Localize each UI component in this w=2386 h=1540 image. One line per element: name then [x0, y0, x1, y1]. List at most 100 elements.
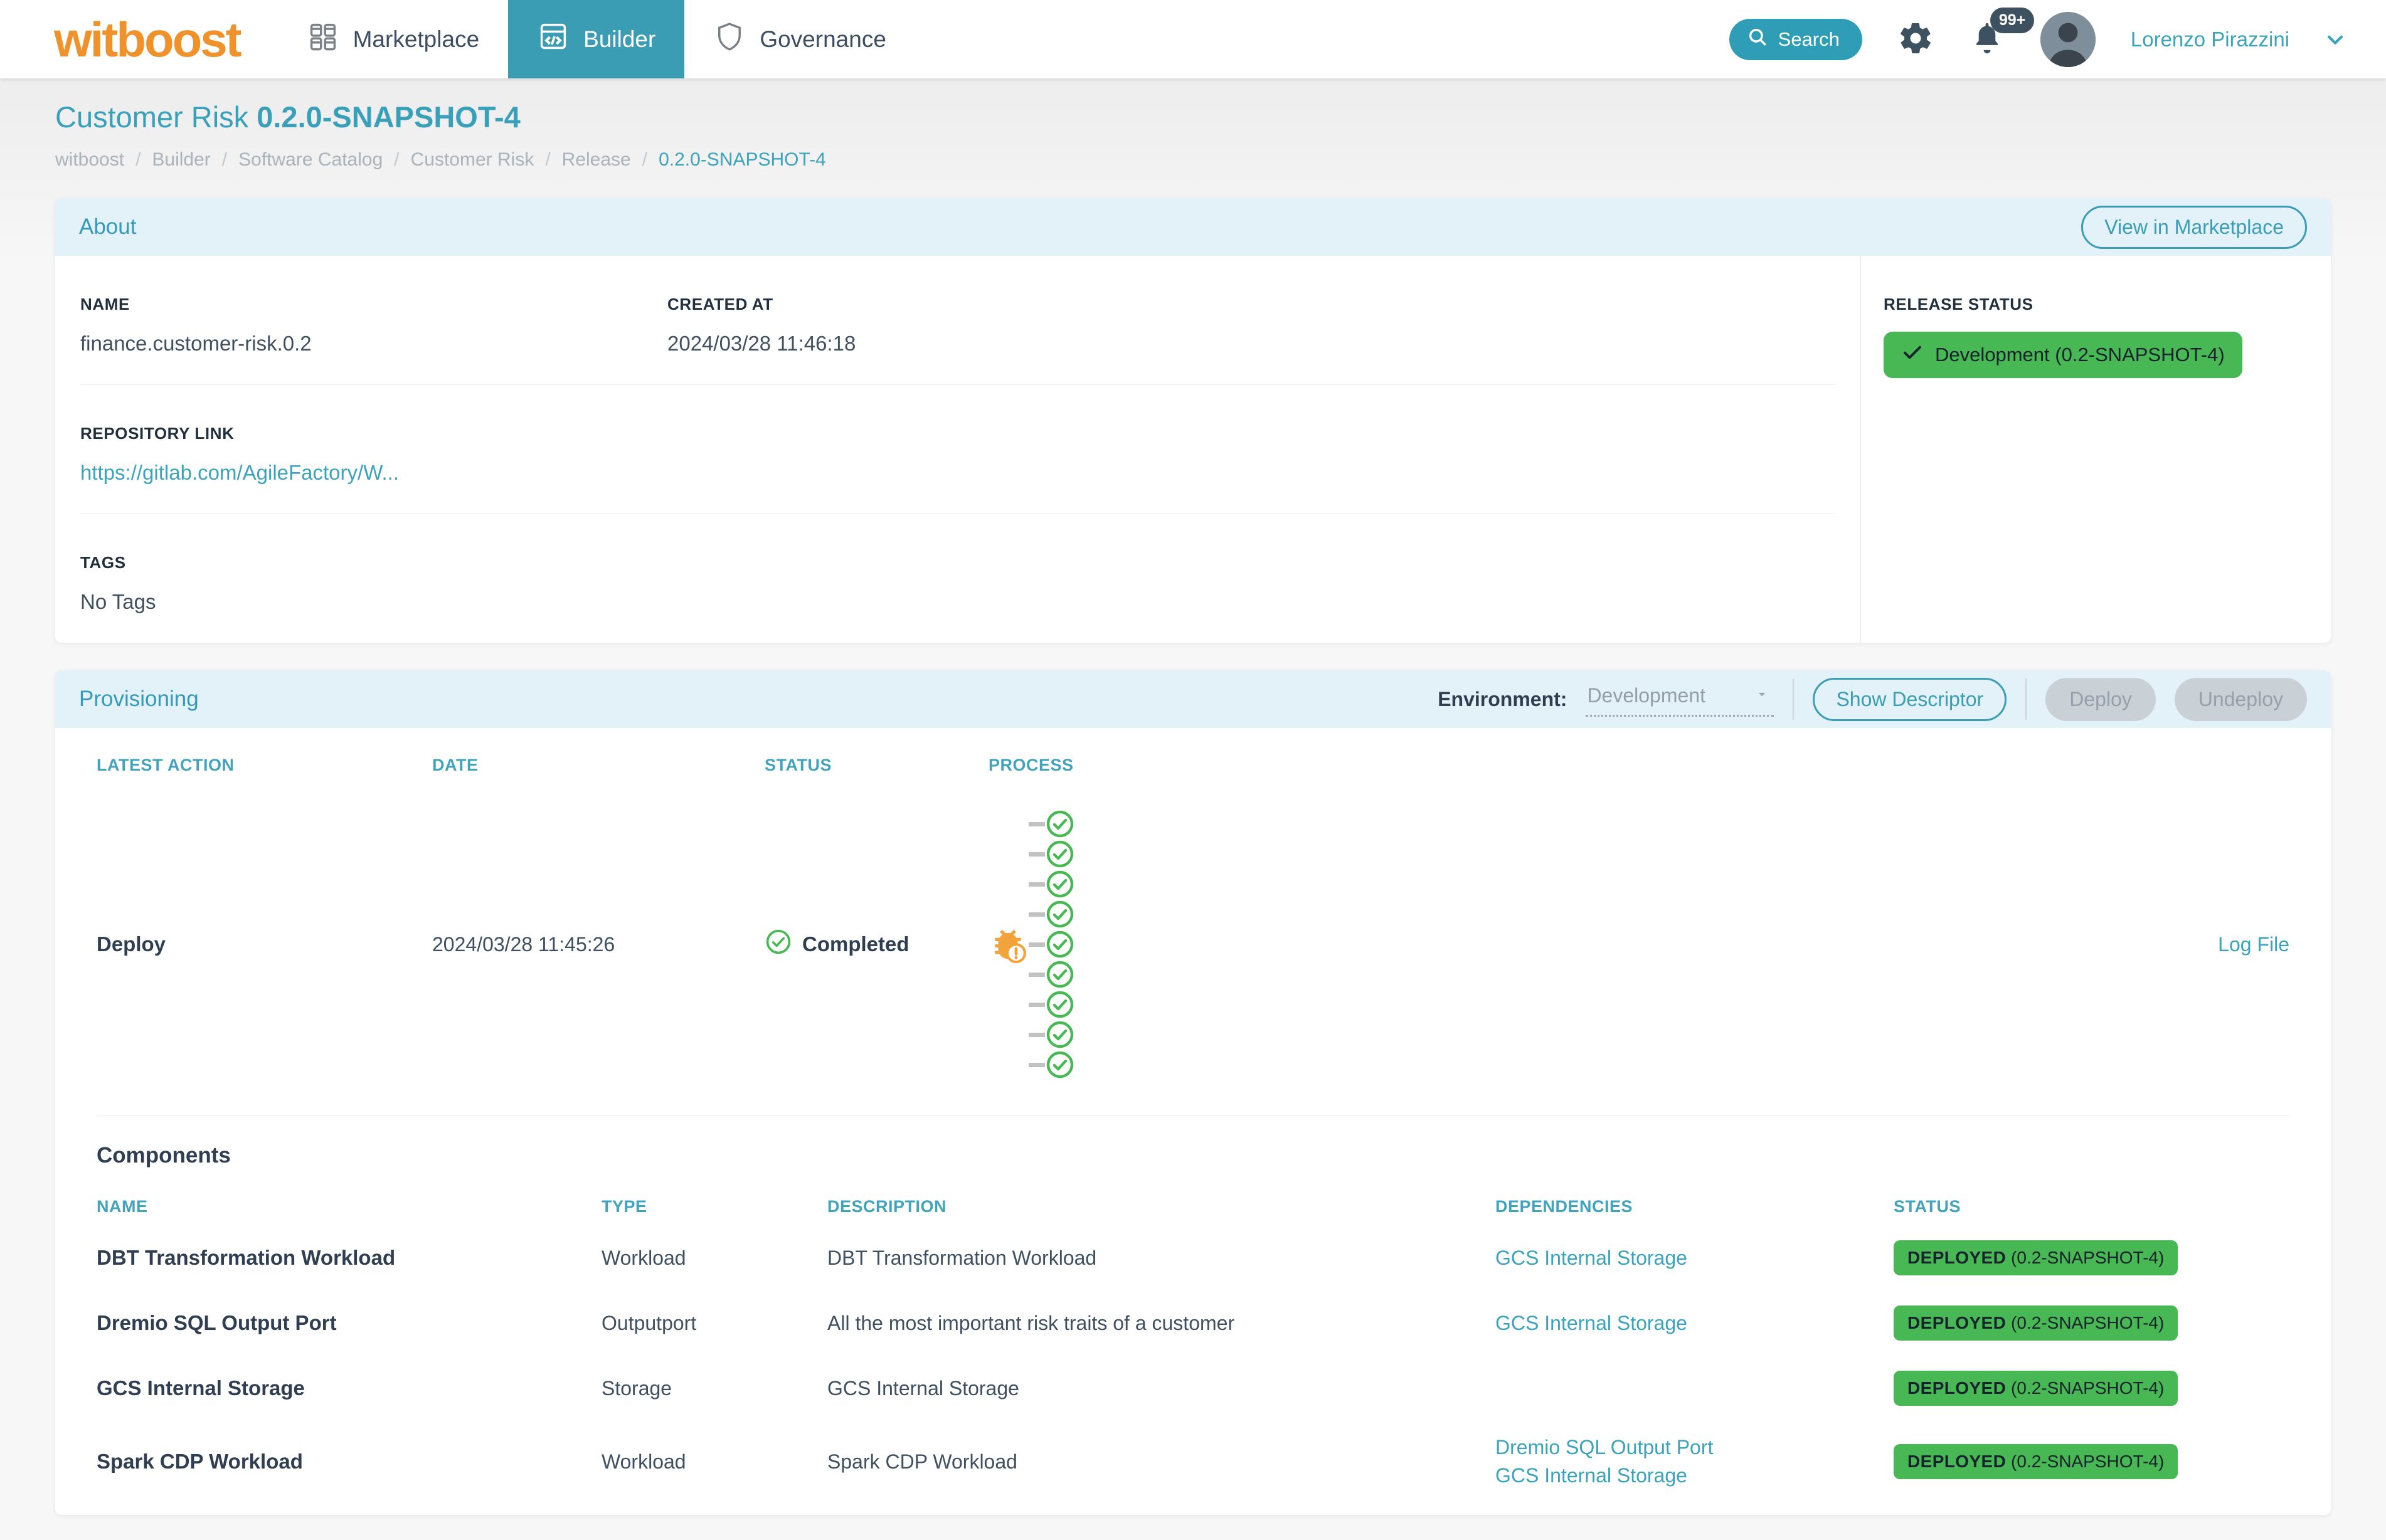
step-connector [1029, 942, 1045, 947]
dependency-link[interactable]: GCS Internal Storage [1495, 1247, 1894, 1270]
name-label: NAME [80, 295, 667, 314]
process-step-completed[interactable] [1029, 929, 1075, 959]
main-nav: Marketplace Builder Governance [278, 0, 915, 78]
component-status: DEPLOYED (0.2-SNAPSHOT-4) [1894, 1356, 2289, 1421]
about-card: About View in Marketplace NAME finance.c… [55, 198, 2331, 643]
shield-icon [713, 20, 746, 58]
nav-marketplace[interactable]: Marketplace [278, 0, 509, 78]
deployed-badge-version: (0.2-SNAPSHOT-4) [2011, 1452, 2164, 1471]
search-icon [1747, 26, 1768, 53]
check-circle-icon [765, 928, 792, 961]
check-circle-icon [1045, 959, 1075, 989]
component-dependencies: GCS Internal Storage [1495, 1297, 1894, 1350]
process-step-completed[interactable] [1029, 989, 1075, 1020]
nav-governance-label: Governance [760, 26, 886, 53]
component-description: GCS Internal Storage [827, 1362, 1495, 1415]
breadcrumb-software-catalog[interactable]: Software Catalog [238, 149, 383, 171]
repository-link[interactable]: https://gitlab.com/AgileFactory/W... [80, 461, 399, 484]
breadcrumb-builder[interactable]: Builder [152, 149, 210, 171]
col-name: NAME [97, 1172, 602, 1225]
col-status: STATUS [765, 728, 989, 781]
page-title: Customer Risk 0.2.0-SNAPSHOT-4 [55, 78, 2331, 134]
process-chain [989, 781, 2183, 1115]
component-name: Dremio SQL Output Port [97, 1296, 602, 1350]
process-step-completed[interactable] [1029, 839, 1075, 869]
release-status-panel: RELEASE STATUS Development (0.2-SNAPSHOT… [1860, 256, 2331, 643]
deployed-badge: DEPLOYED (0.2-SNAPSHOT-4) [1894, 1371, 2178, 1406]
settings-button[interactable] [1897, 20, 1934, 58]
show-descriptor-button[interactable]: Show Descriptor [1813, 678, 2007, 721]
page-title-version: 0.2.0-SNAPSHOT-4 [257, 100, 521, 134]
col-dependencies: DEPENDENCIES [1495, 1172, 1894, 1225]
dependency-link[interactable]: Dremio SQL Output Port [1495, 1436, 1894, 1459]
action-status-label: Completed [802, 932, 909, 956]
deployed-badge: DEPLOYED (0.2-SNAPSHOT-4) [1894, 1240, 2178, 1275]
chevron-down-icon[interactable] [2325, 29, 2346, 50]
process-step-completed[interactable] [1029, 1020, 1075, 1050]
repository-link-label: REPOSITORY LINK [80, 424, 1835, 443]
environment-select[interactable]: Development [1586, 682, 1774, 717]
search-button[interactable]: Search [1729, 19, 1862, 60]
breadcrumb-current: 0.2.0-SNAPSHOT-4 [659, 149, 826, 171]
process-steps [1029, 809, 1075, 1080]
process-step-completed[interactable] [1029, 809, 1075, 839]
tags-label: TAGS [80, 553, 1835, 572]
deployed-badge: DEPLOYED (0.2-SNAPSHOT-4) [1894, 1444, 2178, 1479]
col-logfile-spacer [2183, 738, 2289, 772]
process-step-completed[interactable] [1029, 899, 1075, 929]
latest-action-table: LATEST ACTION DATE STATUS PROCESS Deploy… [97, 728, 2289, 1115]
environment-label: Environment: [1438, 688, 1567, 711]
col-description: DESCRIPTION [827, 1172, 1495, 1225]
nav-builder[interactable]: Builder [508, 0, 684, 78]
component-name: GCS Internal Storage [97, 1361, 602, 1415]
component-name: DBT Transformation Workload [97, 1231, 602, 1285]
divider [2025, 678, 2027, 720]
created-at-value: 2024/03/28 11:46:18 [667, 332, 1835, 356]
breadcrumb-witboost[interactable]: witboost [55, 149, 124, 171]
provisioning-card-header: Provisioning Environment: Development Sh… [55, 670, 2331, 728]
bug-warning-icon[interactable] [989, 925, 1027, 964]
view-in-marketplace-button[interactable]: View in Marketplace [2081, 206, 2307, 249]
nav-governance[interactable]: Governance [684, 0, 915, 78]
deploy-button[interactable]: Deploy [2045, 678, 2156, 721]
user-name[interactable]: Lorenzo Pirazzini [2131, 28, 2289, 51]
breadcrumb: witboost / Builder / Software Catalog / … [55, 149, 2331, 171]
provisioning-card: Provisioning Environment: Development Sh… [55, 670, 2331, 1515]
deployed-badge-label: DEPLOYED [1907, 1378, 2006, 1398]
log-file-link[interactable]: Log File [2183, 905, 2289, 991]
latest-action-value: Deploy [97, 905, 432, 991]
about-card-header: About View in Marketplace [55, 198, 2331, 256]
col-type: TYPE [602, 1172, 827, 1225]
process-step-completed[interactable] [1029, 959, 1075, 989]
check-circle-icon [1045, 929, 1075, 959]
tags-value: No Tags [80, 590, 1835, 614]
process-step-completed[interactable] [1029, 1050, 1075, 1080]
breadcrumb-separator: / [222, 149, 227, 171]
deployed-badge-label: DEPLOYED [1907, 1248, 2006, 1267]
grid-icon [307, 20, 339, 58]
component-dependencies [1495, 1373, 1894, 1403]
notification-count-badge: 99+ [1990, 8, 2034, 33]
about-fields: NAME finance.customer-risk.0.2 CREATED A… [55, 256, 1860, 643]
components-title: Components [97, 1115, 2289, 1172]
breadcrumb-customer-risk[interactable]: Customer Risk [411, 149, 534, 171]
avatar[interactable] [2040, 12, 2096, 67]
process-step-completed[interactable] [1029, 869, 1075, 899]
step-connector [1029, 973, 1045, 977]
nav-marketplace-label: Marketplace [353, 26, 480, 53]
witboost-logo[interactable]: witboost [54, 15, 240, 64]
nav-builder-label: Builder [583, 26, 655, 53]
component-type: Storage [602, 1362, 827, 1415]
components-table: NAME TYPE DESCRIPTION DEPENDENCIES STATU… [97, 1172, 2289, 1502]
divider [1793, 678, 1794, 720]
search-button-label: Search [1778, 28, 1840, 51]
dependency-link[interactable]: GCS Internal Storage [1495, 1312, 1894, 1335]
release-status-badge: Development (0.2-SNAPSHOT-4) [1884, 332, 2242, 378]
undeploy-button[interactable]: Undeploy [2175, 678, 2307, 721]
component-status: DEPLOYED (0.2-SNAPSHOT-4) [1894, 1429, 2289, 1494]
component-description: DBT Transformation Workload [827, 1231, 1495, 1285]
dependency-link[interactable]: GCS Internal Storage [1495, 1464, 1894, 1487]
step-connector [1029, 852, 1045, 857]
name-value: finance.customer-risk.0.2 [80, 332, 667, 356]
breadcrumb-release[interactable]: Release [562, 149, 631, 171]
